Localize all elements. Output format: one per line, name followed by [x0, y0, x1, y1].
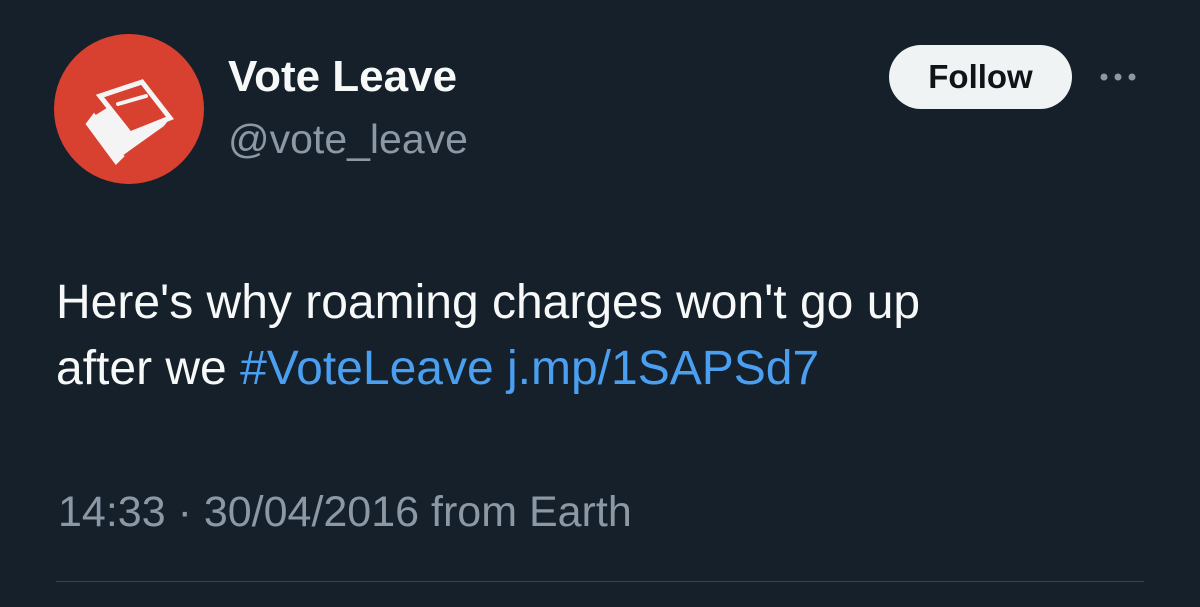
tweet-date[interactable]: 30/04/2016 — [204, 488, 419, 536]
avatar[interactable] — [54, 34, 204, 184]
tweet-card: Vote Leave @vote_leave Follow Here's why… — [0, 0, 1200, 607]
more-dots-icon[interactable] — [1096, 66, 1140, 88]
tweet-text: Here's why roaming charges won't go up a… — [56, 270, 1156, 402]
tweet-metadata: 14:33 · 30/04/2016 from Earth — [58, 488, 632, 537]
meta-separator: · — [177, 488, 192, 536]
tweet-text-line-1: Here's why roaming charges won't go up — [56, 276, 921, 329]
tweet-text-line-2: after we #VoteLeave j.mp/1SAPSd7 — [56, 336, 1156, 402]
hashtag-link[interactable]: #VoteLeave — [240, 342, 494, 395]
divider — [56, 581, 1144, 582]
follow-button[interactable]: Follow — [889, 45, 1072, 109]
user-handle[interactable]: @vote_leave — [228, 116, 468, 163]
display-name[interactable]: Vote Leave — [228, 52, 457, 102]
vote-leave-logo-icon — [85, 79, 175, 166]
tweet-text-prefix: after we — [56, 342, 241, 395]
tweet-source: from Earth — [431, 488, 632, 536]
url-link[interactable]: j.mp/1SAPSd7 — [507, 342, 819, 395]
timestamp[interactable]: 14:33 — [58, 488, 166, 536]
